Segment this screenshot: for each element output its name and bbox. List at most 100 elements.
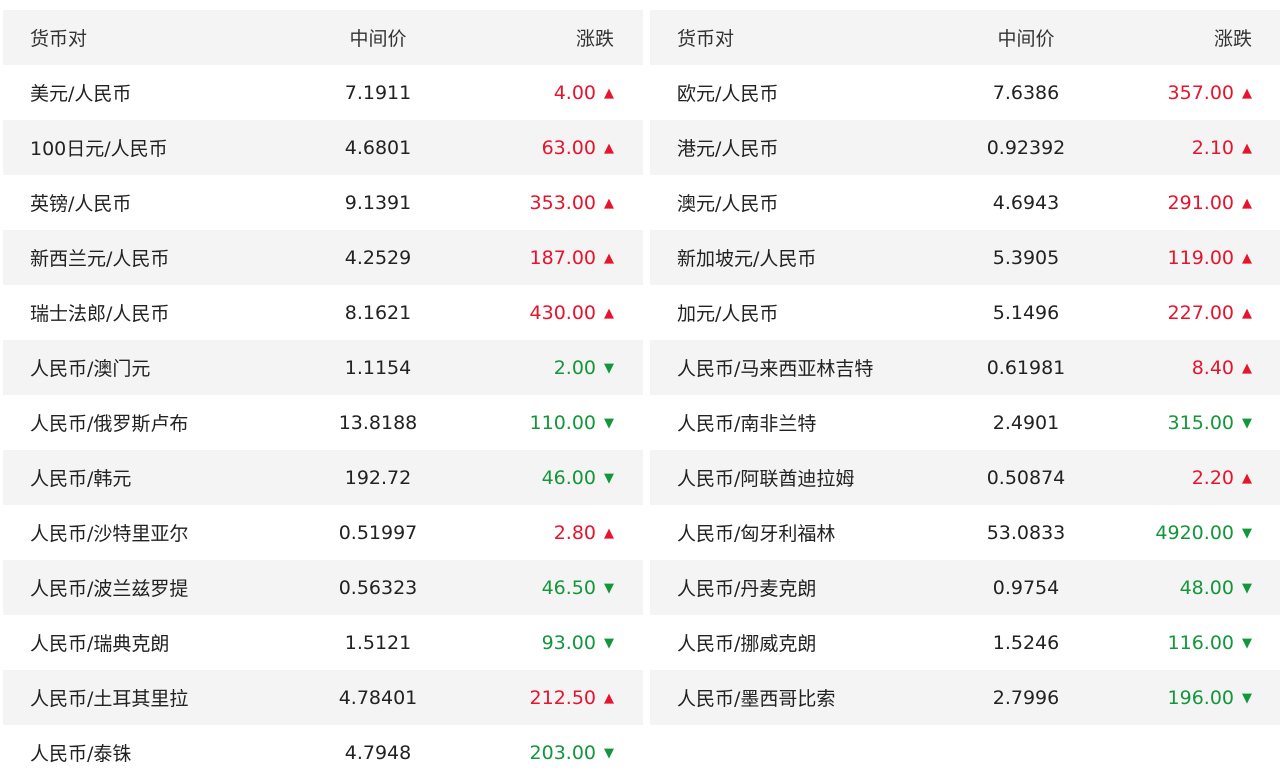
change-value: 119.00 [1167, 246, 1234, 269]
table-row: 新西兰元/人民币 4.2529 187.00 ▲ [3, 230, 643, 285]
change-value: 227.00 [1167, 301, 1234, 324]
change-cell: 2.20 ▲ [1097, 467, 1252, 489]
currency-pair: 瑞士法郎/人民币 [30, 303, 170, 325]
table-header: 货币对 中间价 涨跌 [650, 10, 1280, 65]
currency-pair: 新加坡元/人民币 [677, 248, 817, 270]
change-value: 2.80 [553, 521, 596, 544]
triangle-down-icon: ▼ [604, 635, 614, 651]
currency-pair: 100日元/人民币 [30, 138, 168, 160]
triangle-down-icon: ▼ [1242, 525, 1252, 541]
table-row: 人民币/波兰兹罗提 0.56323 46.50 ▼ [3, 560, 643, 615]
triangle-down-icon: ▼ [604, 470, 614, 486]
header-mid: 中间价 [349, 28, 407, 50]
currency-pair: 人民币/瑞典克朗 [30, 633, 170, 655]
table-row: 人民币/土耳其里拉 4.78401 212.50 ▲ [3, 670, 643, 725]
mid-price: 2.4901 [992, 411, 1060, 434]
triangle-down-icon: ▼ [1242, 690, 1252, 706]
mid-price: 4.78401 [338, 686, 418, 709]
mid-price: 2.7996 [992, 686, 1060, 709]
table-row: 英镑/人民币 9.1391 353.00 ▲ [3, 175, 643, 230]
table-row: 人民币/挪威克朗 1.5246 116.00 ▼ [650, 615, 1280, 670]
change-cell: 2.10 ▲ [1097, 137, 1252, 159]
mid-price: 0.51997 [338, 521, 418, 544]
table-row: 人民币/韩元 192.72 46.00 ▼ [3, 450, 643, 505]
currency-pair: 人民币/波兰兹罗提 [30, 578, 189, 600]
currency-pair: 人民币/阿联酋迪拉姆 [677, 468, 855, 490]
change-cell: 2.00 ▼ [446, 357, 614, 379]
change-cell: 8.40 ▲ [1097, 357, 1252, 379]
mid-price: 0.92392 [986, 136, 1066, 159]
change-value: 46.50 [541, 576, 596, 599]
change-cell: 119.00 ▲ [1097, 247, 1252, 269]
change-value: 116.00 [1167, 631, 1234, 654]
change-value: 291.00 [1167, 191, 1234, 214]
change-cell: 203.00 ▼ [446, 742, 614, 764]
triangle-up-icon: ▲ [1242, 360, 1252, 376]
mid-price: 8.1621 [344, 301, 412, 324]
mid-price: 0.56323 [338, 576, 418, 599]
currency-pair: 美元/人民币 [30, 83, 132, 105]
change-value: 212.50 [529, 686, 596, 709]
currency-pair: 新西兰元/人民币 [30, 248, 170, 270]
triangle-down-icon: ▼ [604, 415, 614, 431]
currency-pair: 人民币/匈牙利福林 [677, 523, 836, 545]
change-cell: 110.00 ▼ [446, 412, 614, 434]
table-row: 100日元/人民币 4.6801 63.00 ▲ [3, 120, 643, 175]
triangle-down-icon: ▼ [604, 360, 614, 376]
change-cell: 4920.00 ▼ [1097, 522, 1252, 544]
currency-pair: 加元/人民币 [677, 303, 779, 325]
triangle-up-icon: ▲ [604, 140, 614, 156]
table-row: 人民币/沙特里亚尔 0.51997 2.80 ▲ [3, 505, 643, 560]
currency-pair: 英镑/人民币 [30, 193, 132, 215]
table-row: 人民币/南非兰特 2.4901 315.00 ▼ [650, 395, 1280, 450]
change-value: 2.10 [1191, 136, 1234, 159]
triangle-up-icon: ▲ [604, 250, 614, 266]
currency-pair: 人民币/沙特里亚尔 [30, 523, 189, 545]
table-header: 货币对 中间价 涨跌 [3, 10, 643, 65]
mid-price: 9.1391 [344, 191, 412, 214]
mid-price: 1.5246 [992, 631, 1060, 654]
change-value: 4920.00 [1155, 521, 1234, 544]
mid-price: 13.8188 [338, 411, 418, 434]
change-cell: 357.00 ▲ [1097, 82, 1252, 104]
change-cell: 116.00 ▼ [1097, 632, 1252, 654]
change-value: 187.00 [529, 246, 596, 269]
table-row: 人民币/澳门元 1.1154 2.00 ▼ [3, 340, 643, 395]
change-value: 430.00 [529, 301, 596, 324]
header-pair: 货币对 [677, 28, 735, 50]
change-value: 203.00 [529, 741, 596, 764]
currency-pair: 人民币/丹麦克朗 [677, 578, 817, 600]
change-value: 4.00 [553, 81, 596, 104]
mid-price: 4.6801 [344, 136, 412, 159]
mid-price: 7.6386 [992, 81, 1060, 104]
change-cell: 430.00 ▲ [446, 302, 614, 324]
table-row: 港元/人民币 0.92392 2.10 ▲ [650, 120, 1280, 175]
mid-price: 192.72 [344, 466, 412, 489]
triangle-up-icon: ▲ [1242, 195, 1252, 211]
currency-pair: 欧元/人民币 [677, 83, 779, 105]
triangle-down-icon: ▼ [604, 580, 614, 596]
change-cell: 63.00 ▲ [446, 137, 614, 159]
table-row: 人民币/泰铢 4.7948 203.00 ▼ [3, 725, 643, 780]
change-value: 110.00 [529, 411, 596, 434]
change-cell: 46.50 ▼ [446, 577, 614, 599]
table-row: 瑞士法郎/人民币 8.1621 430.00 ▲ [3, 285, 643, 340]
mid-price: 1.1154 [344, 356, 412, 379]
mid-price: 4.7948 [344, 741, 412, 764]
triangle-up-icon: ▲ [1242, 250, 1252, 266]
currency-pair: 澳元/人民币 [677, 193, 779, 215]
triangle-up-icon: ▲ [604, 85, 614, 101]
currency-pair: 人民币/韩元 [30, 468, 132, 490]
triangle-down-icon: ▼ [604, 745, 614, 761]
triangle-up-icon: ▲ [1242, 85, 1252, 101]
rows-left: 美元/人民币 7.1911 4.00 ▲ 100日元/人民币 4.6801 63.00 ▲ 英镑… [3, 65, 643, 780]
table-row: 加元/人民币 5.1496 227.00 ▲ [650, 285, 1280, 340]
change-value: 315.00 [1167, 411, 1234, 434]
change-cell: 212.50 ▲ [446, 687, 614, 709]
change-cell: 196.00 ▼ [1097, 687, 1252, 709]
mid-price: 5.3905 [992, 246, 1060, 269]
table-row: 人民币/丹麦克朗 0.9754 48.00 ▼ [650, 560, 1280, 615]
triangle-up-icon: ▲ [604, 195, 614, 211]
header-change: 涨跌 [575, 28, 614, 50]
change-value: 8.40 [1191, 356, 1234, 379]
